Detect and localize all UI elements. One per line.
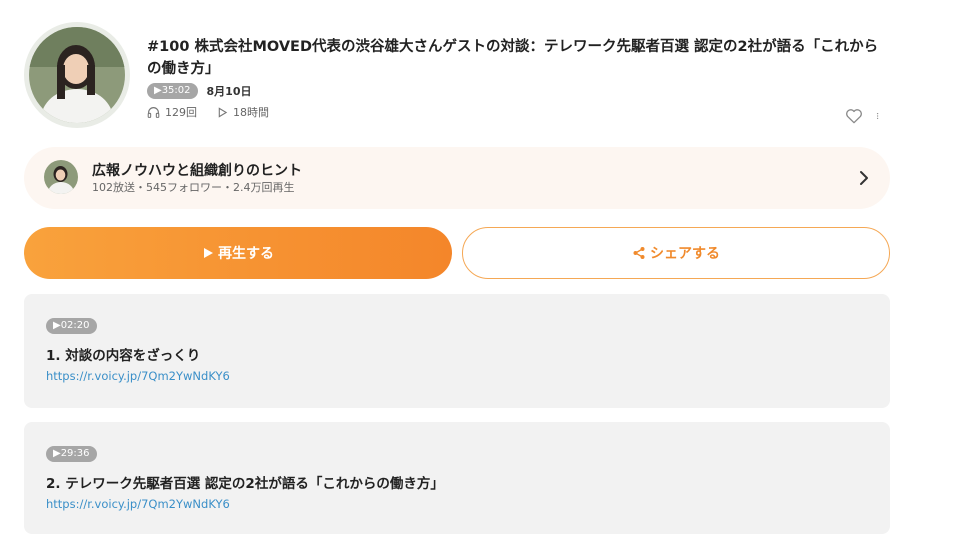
headphones-icon <box>147 106 160 118</box>
chapter-link[interactable]: https://r.voicy.jp/7Qm2YwNdKY6 <box>46 497 230 511</box>
host-photo <box>29 27 125 123</box>
play-time: 18時間 <box>233 106 269 119</box>
episode-avatar <box>24 22 130 128</box>
episode-date: 8月10日 <box>206 85 252 98</box>
more-icon[interactable] <box>876 106 884 126</box>
chapter-title: 1. 対談の内容をざっくり <box>46 348 201 364</box>
share-button-label: シェアする <box>650 245 720 261</box>
chapter-link[interactable]: https://r.voicy.jp/7Qm2YwNdKY6 <box>46 369 230 383</box>
chapter-timestamp[interactable]: ▶29:36 <box>46 446 97 462</box>
chapter-item[interactable]: ▶02:20 1. 対談の内容をざっくり https://r.voicy.jp/… <box>24 294 890 408</box>
play-icon <box>204 248 213 258</box>
channel-card[interactable]: 広報ノウハウと組織創りのヒント 102放送・545フォロワー・2.4万回再生 <box>24 147 890 209</box>
episode-title: #100 株式会社MOVED代表の渋谷雄大さんゲストの対談：テレワーク先駆者百選… <box>147 39 879 77</box>
channel-stats: 102放送・545フォロワー・2.4万回再生 <box>92 181 295 194</box>
chapter-timestamp[interactable]: ▶02:20 <box>46 318 97 334</box>
heart-icon[interactable] <box>844 106 864 126</box>
chapter-title: 2. テレワーク先駆者百選 認定の2社が語る「これからの働き方」 <box>46 476 444 492</box>
episode-header: #100 株式会社MOVED代表の渋谷雄大さんゲストの対談：テレワーク先駆者百選… <box>24 22 890 134</box>
play-button-label: 再生する <box>218 245 274 261</box>
listen-count: 129回 <box>165 106 197 119</box>
chapter-item[interactable]: ▶29:36 2. テレワーク先駆者百選 認定の2社が語る「これからの働き方」 … <box>24 422 890 534</box>
play-count-icon <box>218 106 228 118</box>
channel-name: 広報ノウハウと組織創りのヒント <box>92 163 302 179</box>
channel-avatar <box>44 160 78 194</box>
play-button[interactable]: 再生する <box>24 227 452 279</box>
chevron-right-icon[interactable] <box>854 168 874 188</box>
share-icon <box>633 247 645 259</box>
share-button[interactable]: シェアする <box>462 227 890 279</box>
duration-badge: ▶35:02 <box>147 83 198 99</box>
